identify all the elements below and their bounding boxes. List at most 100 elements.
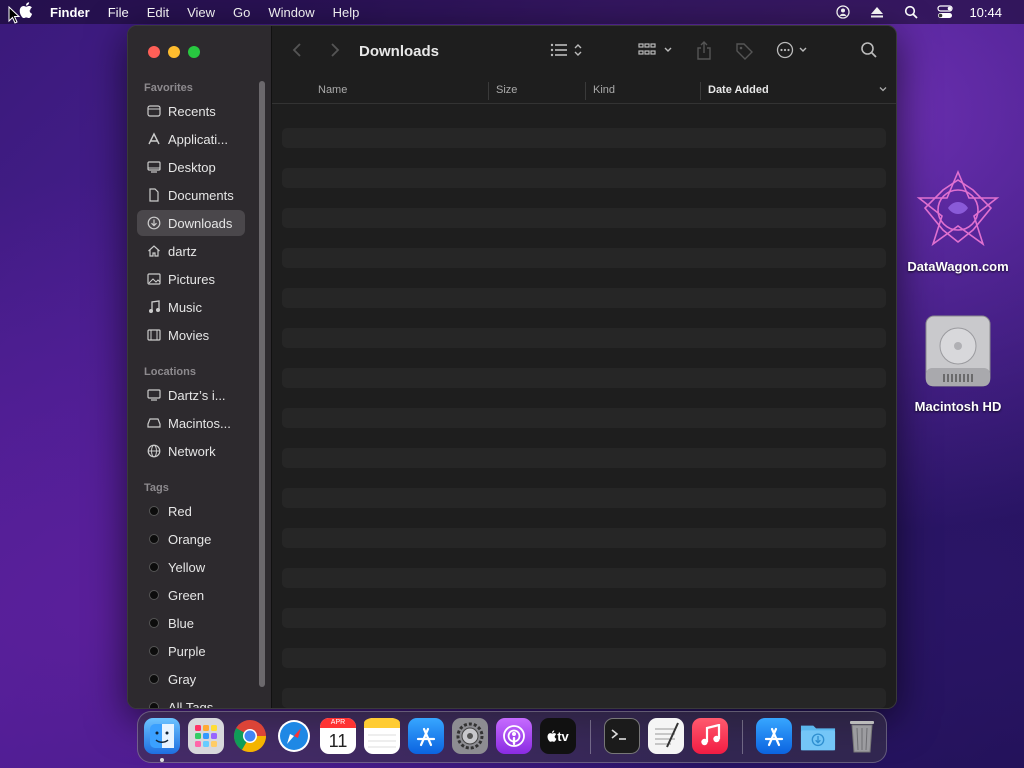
sidebar-item-dartz[interactable]: dartz — [137, 238, 245, 264]
sidebar-item-network[interactable]: Network — [137, 438, 245, 464]
photo-icon — [146, 273, 162, 285]
notes-icon[interactable] — [364, 718, 400, 754]
hard-drive-icon — [925, 315, 991, 387]
window-title: Downloads — [359, 43, 440, 60]
menu-clock[interactable]: 10:44 — [969, 5, 1002, 20]
list-row-stripe — [282, 288, 886, 308]
sidebar-item-macintosh-hd[interactable]: Macintos... — [137, 410, 245, 436]
sidebar-item-recents[interactable]: Recents — [137, 98, 245, 124]
search-icon[interactable] — [903, 4, 919, 20]
tag-icon[interactable] — [734, 41, 754, 61]
safari-icon[interactable] — [276, 718, 312, 754]
tag-dot-icon — [146, 506, 162, 516]
group-view-button[interactable] — [638, 41, 674, 59]
sidebar-tag-yellow[interactable]: Yellow — [137, 554, 245, 580]
desktop-icon — [146, 161, 162, 173]
forward-button[interactable] — [330, 42, 340, 63]
calendar-icon[interactable]: APR 11 — [320, 718, 356, 754]
column-divider[interactable] — [585, 82, 586, 100]
column-kind[interactable]: Kind — [593, 84, 615, 96]
column-size[interactable]: Size — [496, 84, 517, 96]
column-name[interactable]: Name — [318, 84, 347, 96]
sidebar-item-computer[interactable]: Dartz’s i... — [137, 382, 245, 408]
sidebar-item-label: Gray — [168, 671, 197, 687]
menu-app-finder[interactable]: Finder — [50, 5, 90, 20]
zoom-button[interactable] — [188, 46, 200, 58]
podcasts-icon[interactable] — [496, 718, 532, 754]
more-actions-icon[interactable] — [776, 41, 810, 59]
trash-icon[interactable] — [844, 718, 880, 754]
eject-icon[interactable] — [869, 4, 885, 20]
search-icon[interactable] — [860, 41, 878, 59]
mouse-cursor-icon — [8, 5, 21, 29]
column-date-added[interactable]: Date Added — [708, 84, 769, 96]
sidebar-section-locations: Locations — [144, 366, 196, 378]
chrome-icon[interactable] — [232, 718, 268, 754]
tag-dot-icon — [146, 590, 162, 600]
user-icon[interactable] — [835, 4, 851, 20]
tag-dot-icon — [146, 702, 162, 708]
applications-folder-icon[interactable] — [756, 718, 792, 754]
sidebar-tag-red[interactable]: Red — [137, 498, 245, 524]
close-button[interactable] — [148, 46, 160, 58]
sidebar-item-desktop[interactable]: Desktop — [137, 154, 245, 180]
sidebar-tag-all-tags[interactable]: All Tags... — [137, 694, 245, 709]
menu-edit[interactable]: Edit — [147, 5, 169, 20]
downloads-folder-icon[interactable] — [800, 718, 836, 754]
control-center-icon[interactable] — [937, 4, 954, 20]
list-row-stripe — [282, 368, 886, 388]
menu-window[interactable]: Window — [268, 5, 314, 20]
desktop-icon-label: Macintosh HD — [914, 399, 1002, 414]
share-icon[interactable] — [696, 41, 712, 61]
app-store-icon[interactable] — [408, 718, 444, 754]
list-row-stripe — [282, 528, 886, 548]
sidebar-item-pictures[interactable]: Pictures — [137, 266, 245, 292]
sidebar-scrollbar[interactable] — [259, 81, 265, 687]
sidebar-item-label: Pictures — [168, 271, 215, 287]
sidebar-tag-purple[interactable]: Purple — [137, 638, 245, 664]
finder-icon[interactable] — [144, 718, 180, 754]
textedit-icon[interactable] — [648, 718, 684, 754]
terminal-icon[interactable] — [604, 718, 640, 754]
sidebar-item-label: Movies — [168, 327, 210, 343]
applications-icon — [146, 132, 162, 146]
sidebar-item-label: Network — [168, 443, 216, 459]
minimize-button[interactable] — [168, 46, 180, 58]
dock: APR 11 tv — [137, 711, 887, 763]
column-divider[interactable] — [700, 82, 701, 100]
sidebar-tag-green[interactable]: Green — [137, 582, 245, 608]
music-app-icon[interactable] — [692, 718, 728, 754]
menu-file[interactable]: File — [108, 5, 129, 20]
menu-go[interactable]: Go — [233, 5, 250, 20]
desktop-icon-datawagon[interactable]: DataWagon.com — [898, 168, 1018, 274]
sidebar-tag-blue[interactable]: Blue — [137, 610, 245, 636]
sidebar-item-downloads[interactable]: Downloads — [137, 210, 245, 236]
finder-window: Favorites Recents Applicati... Desktop D… — [127, 25, 897, 709]
apple-tv-icon[interactable]: tv — [540, 718, 576, 754]
sidebar-item-applications[interactable]: Applicati... — [137, 126, 245, 152]
sidebar-tag-gray[interactable]: Gray — [137, 666, 245, 692]
menu-help[interactable]: Help — [333, 5, 360, 20]
menu-view[interactable]: View — [187, 5, 215, 20]
desktop-icon-macintosh-hd[interactable]: Macintosh HD — [898, 312, 1018, 414]
list-row-stripe — [282, 208, 886, 228]
sidebar-item-label: Recents — [168, 103, 216, 119]
sidebar-item-movies[interactable]: Movies — [137, 322, 245, 348]
sidebar-item-documents[interactable]: Documents — [137, 182, 245, 208]
back-button[interactable] — [292, 42, 302, 63]
sidebar: Favorites Recents Applicati... Desktop D… — [128, 26, 272, 708]
list-view-button[interactable] — [550, 41, 584, 59]
globe-icon — [146, 444, 162, 458]
sidebar-item-music[interactable]: Music — [137, 294, 245, 320]
running-indicator — [160, 758, 164, 762]
system-preferences-icon[interactable] — [452, 718, 488, 754]
sort-chevron-icon[interactable] — [878, 84, 888, 97]
list-row-stripe — [282, 328, 886, 348]
sidebar-item-label: Purple — [168, 643, 206, 659]
column-divider[interactable] — [488, 82, 489, 100]
launchpad-icon[interactable] — [188, 718, 224, 754]
sidebar-item-label: All Tags... — [168, 699, 225, 709]
list-row-stripe — [282, 568, 886, 588]
main-pane: Downloads Name Size Kind Date Added — [272, 26, 896, 708]
sidebar-tag-orange[interactable]: Orange — [137, 526, 245, 552]
